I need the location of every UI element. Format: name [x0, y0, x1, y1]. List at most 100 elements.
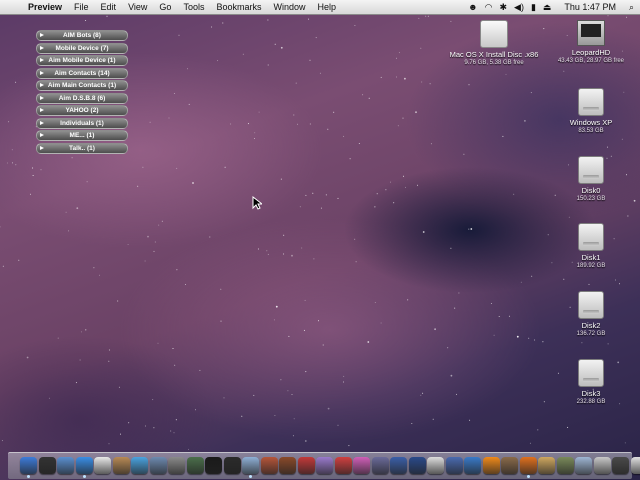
leopardhd-icon[interactable]: LeopardHD 43.43 GB, 28.97 GB free	[546, 20, 636, 65]
disk3-icon[interactable]: Disk3 232.88 GB	[546, 359, 636, 406]
app-icon-8[interactable]	[556, 457, 574, 474]
install-disc-name: Mac OS X Install Disc .x86	[449, 50, 539, 59]
ical-icon[interactable]	[94, 457, 111, 474]
address-book-icon[interactable]	[112, 457, 130, 474]
battery-icon[interactable]: ▮	[531, 2, 536, 13]
buddy-group[interactable]: Mobile Device (7)	[36, 42, 128, 54]
system-prefs-icon[interactable]	[168, 457, 185, 474]
clock[interactable]: Thu 1:47 PM	[558, 2, 622, 12]
app-icon-5[interactable]	[464, 457, 481, 474]
magnet-icon[interactable]	[334, 457, 352, 474]
disclosure-triangle-icon[interactable]	[40, 83, 44, 87]
flower-icon[interactable]	[353, 457, 370, 474]
wifi-icon[interactable]: ◠	[485, 2, 493, 13]
menu-go[interactable]: Go	[153, 2, 177, 12]
disk1-name: Disk1	[581, 253, 601, 262]
buddy-group[interactable]: YAHOO (2)	[36, 105, 128, 116]
finder-icon[interactable]	[20, 457, 37, 478]
menu-window[interactable]: Window	[267, 2, 311, 12]
buddy-group-label: Individuals (1)	[60, 119, 104, 127]
disk2-capacity: 136.72 GB	[576, 331, 606, 337]
disk1-icon[interactable]: Disk1 189.92 GB	[546, 223, 636, 270]
firefox-icon[interactable]	[519, 457, 537, 478]
hard-drive-icon	[578, 156, 604, 184]
disclosure-triangle-icon[interactable]	[40, 70, 44, 75]
disclosure-triangle-icon[interactable]	[40, 120, 44, 125]
install-disc-capacity: 9.76 GB, 5.38 GB free	[464, 60, 524, 66]
buddy-group-label: ME... (1)	[69, 132, 95, 139]
app-menu[interactable]: Preview	[22, 2, 68, 12]
mail-icon[interactable]	[57, 457, 74, 474]
app-icon-3[interactable]	[408, 457, 426, 474]
menu-bookmarks[interactable]: Bookmarks	[210, 2, 267, 12]
app-icon-2[interactable]	[371, 457, 389, 474]
network-icon[interactable]	[390, 457, 407, 474]
photo-icon[interactable]	[149, 457, 167, 474]
menu-help[interactable]: Help	[311, 2, 342, 12]
hard-drive-icon	[578, 291, 604, 319]
install-disc-icon[interactable]: Mac OS X Install Disc .x86 9.76 GB, 5.38…	[449, 20, 539, 67]
eject-icon[interactable]: ⏏	[543, 2, 552, 13]
chess-icon[interactable]	[279, 457, 296, 474]
buddy-group[interactable]: Individuals (1)	[36, 117, 128, 129]
disk0-icon[interactable]: Disk0 150.23 GB	[546, 156, 636, 203]
buddy-group[interactable]: Aim Main Contacts (1)	[36, 80, 128, 91]
terminal-icon[interactable]	[205, 457, 222, 474]
menu-edit[interactable]: Edit	[95, 2, 123, 12]
disk0-capacity: 150.23 GB	[576, 196, 606, 202]
firewire-icon[interactable]	[260, 457, 278, 474]
ball-icon[interactable]	[297, 457, 315, 474]
mail-stack-icon[interactable]	[630, 457, 640, 474]
app-icon-4[interactable]	[445, 457, 463, 474]
disclosure-triangle-icon[interactable]	[40, 95, 44, 100]
leopardhd-capacity: 43.43 GB, 28.97 GB free	[557, 58, 625, 64]
hard-drive-icon	[578, 88, 604, 116]
app-icon-10[interactable]	[612, 457, 629, 474]
buddy-group[interactable]: Aim Contacts (14)	[36, 67, 128, 79]
itunes-icon[interactable]	[131, 457, 148, 474]
keyboard-icon[interactable]	[427, 457, 444, 474]
buddy-group-label: Aim Contacts (14)	[54, 69, 110, 77]
app-icon-7[interactable]	[538, 457, 555, 474]
folder-icon[interactable]	[575, 457, 592, 474]
menu-bar: Preview File Edit View Go Tools Bookmark…	[0, 0, 640, 15]
menu-file[interactable]: File	[68, 2, 95, 12]
preview-icon[interactable]	[242, 457, 259, 478]
buddy-group[interactable]: ME... (1)	[36, 130, 128, 141]
disclosure-triangle-icon[interactable]	[40, 45, 44, 50]
buddy-group[interactable]: Talk.. (1)	[36, 142, 128, 154]
disk2-name: Disk2	[581, 321, 601, 330]
spotlight-icon[interactable]: ⌕	[629, 2, 634, 13]
disk2-icon[interactable]: Disk2 136.72 GB	[546, 291, 636, 338]
volume-icon[interactable]: ◀)	[514, 2, 524, 13]
menu-view[interactable]: View	[122, 2, 153, 12]
activity-monitor-icon[interactable]	[223, 457, 241, 474]
disk0-name: Disk0	[581, 186, 601, 195]
safari-icon[interactable]	[75, 457, 93, 478]
buddy-group[interactable]: Aim D.S.B.8 (6)	[36, 92, 128, 104]
bluetooth-icon[interactable]: ✱	[499, 2, 507, 13]
buddy-group-label: Talk.. (1)	[69, 144, 95, 152]
disc-icon	[480, 20, 508, 48]
disclosure-triangle-icon[interactable]	[40, 133, 44, 137]
mac-pro-icon	[577, 20, 605, 46]
app-icon-6[interactable]	[501, 457, 518, 474]
windowsxp-capacity: 83.53 GB	[578, 128, 604, 134]
disclosure-triangle-icon[interactable]	[40, 108, 44, 112]
app-icon-9[interactable]	[593, 457, 611, 474]
dock-items	[20, 457, 640, 478]
vlc-icon[interactable]	[482, 457, 500, 474]
buddy-group[interactable]: Aim Mobile Device (1)	[36, 55, 128, 66]
antivirus-icon[interactable]: ☻	[468, 2, 477, 12]
disclosure-triangle-icon[interactable]	[40, 58, 44, 62]
windowsxp-icon[interactable]: Windows XP 83.53 GB	[546, 88, 636, 135]
buddy-group[interactable]: AIM Bots (8)	[36, 30, 128, 41]
disclosure-triangle-icon[interactable]	[40, 33, 44, 37]
buddy-group-label: Aim Main Contacts (1)	[47, 82, 117, 89]
menu-tools[interactable]: Tools	[177, 2, 210, 12]
time-machine-icon[interactable]	[186, 457, 204, 474]
disk1-capacity: 189.92 GB	[576, 263, 606, 269]
dashboard-icon[interactable]	[38, 457, 56, 474]
disclosure-triangle-icon[interactable]	[40, 145, 44, 150]
app-icon-1[interactable]	[316, 457, 333, 474]
